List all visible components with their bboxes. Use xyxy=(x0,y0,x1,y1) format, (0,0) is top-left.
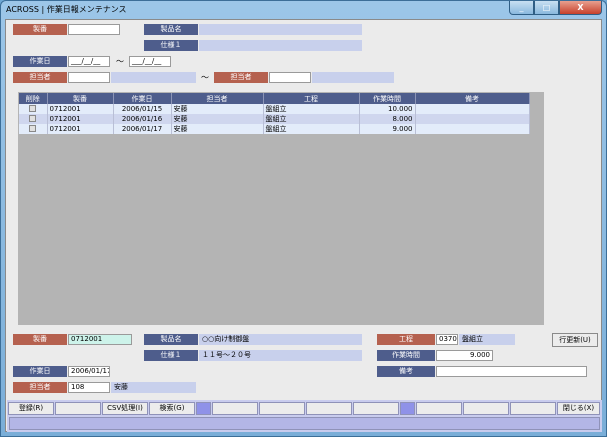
detail-staff-code-input[interactable]: 108 xyxy=(68,382,110,393)
minimize-button[interactable]: _ xyxy=(509,1,534,15)
detail-date-label: 作業日 xyxy=(13,366,67,377)
delete-cell xyxy=(19,124,48,134)
date-cell: 2006/01/17 xyxy=(113,124,172,134)
detail-hours-input[interactable]: 9.000 xyxy=(436,350,493,361)
close-window-button[interactable]: X xyxy=(559,1,602,15)
filter-staff-to-name xyxy=(312,72,394,83)
col-header-delete[interactable]: 削除 xyxy=(19,93,48,104)
filter-seiban-input[interactable] xyxy=(68,24,120,35)
hours-cell: 10.000 xyxy=(359,104,416,114)
staff-cell: 安藤 xyxy=(171,124,264,134)
process-cell: 盤組立 xyxy=(263,104,360,114)
process-cell: 盤組立 xyxy=(263,124,360,134)
filter-product-value xyxy=(199,24,362,35)
date-cell: 2006/01/16 xyxy=(113,114,172,124)
filter-staff-label: 担当者 xyxy=(13,72,67,83)
staff-cell: 安藤 xyxy=(171,114,264,124)
function-key-6[interactable] xyxy=(259,402,305,415)
filter-spec-value xyxy=(199,40,362,51)
function-key-11[interactable] xyxy=(510,402,556,415)
note-cell xyxy=(415,114,530,124)
detail-note-input[interactable] xyxy=(436,366,587,377)
function-key-10[interactable] xyxy=(463,402,509,415)
delete-cell xyxy=(19,104,48,114)
work-log-grid: 削除 製番 作業日 担当者 工程 作業時間 備考 0712001 2006/01… xyxy=(18,92,544,325)
register-button[interactable]: 登録(R) xyxy=(8,402,54,415)
detail-seiban-label: 製番 xyxy=(13,334,67,345)
hours-cell: 8.000 xyxy=(359,114,416,124)
window-controls: _ □ X xyxy=(509,1,602,15)
delete-checkbox[interactable] xyxy=(29,124,37,132)
delete-checkbox[interactable] xyxy=(29,114,37,122)
hours-cell: 9.000 xyxy=(359,124,416,134)
delete-cell xyxy=(19,114,48,124)
col-header-seiban[interactable]: 製番 xyxy=(47,93,114,104)
col-header-staff[interactable]: 担当者 xyxy=(171,93,264,104)
note-cell xyxy=(415,104,530,114)
filter-product-label: 製品名 xyxy=(144,24,198,35)
detail-process-code-input[interactable]: 0370 xyxy=(436,334,458,345)
filter-seiban-label: 製番 xyxy=(13,24,67,35)
detail-seiban-input[interactable]: 0712001 xyxy=(68,334,132,345)
staff-range-tilde: ～ xyxy=(201,73,209,82)
function-key-8[interactable] xyxy=(353,402,399,415)
footer-separator-2 xyxy=(400,402,415,415)
delete-checkbox[interactable] xyxy=(29,104,37,112)
table-row[interactable]: 0712001 2006/01/15 安藤 盤組立 10.000 xyxy=(19,104,530,114)
detail-staff-name: 安藤 xyxy=(111,382,196,393)
date-range-tilde: ～ xyxy=(116,57,124,66)
status-bar xyxy=(9,417,600,430)
filter-staff-from-input[interactable] xyxy=(68,72,110,83)
function-key-7[interactable] xyxy=(306,402,352,415)
app-window: ACROSS | 作業日報メンテナンス _ □ X 製番 製品名 仕様１ 作業日… xyxy=(0,0,607,437)
close-button[interactable]: 閉じる(X) xyxy=(557,402,600,415)
filter-date-from-input[interactable]: ___/__/__ xyxy=(68,56,110,67)
detail-spec-value: １１号～２０号 xyxy=(199,350,362,361)
col-header-date[interactable]: 作業日 xyxy=(113,93,172,104)
process-cell: 盤組立 xyxy=(263,114,360,124)
table-row[interactable]: 0712001 2006/01/17 安藤 盤組立 9.000 xyxy=(19,124,530,134)
col-header-hours[interactable]: 作業時間 xyxy=(359,93,416,104)
function-key-bar: 登録(R) CSV処理(I) 検索(G) 閉じる(X) xyxy=(7,400,602,432)
col-header-note[interactable]: 備考 xyxy=(415,93,530,104)
maximize-button[interactable]: □ xyxy=(534,1,559,15)
table-row[interactable]: 0712001 2006/01/16 安藤 盤組立 8.000 xyxy=(19,114,530,124)
detail-process-label: 工程 xyxy=(377,334,435,345)
function-key-5[interactable] xyxy=(212,402,258,415)
note-cell xyxy=(415,124,530,134)
search-button[interactable]: 検索(G) xyxy=(149,402,195,415)
filter-staff-label-2: 担当者 xyxy=(214,72,268,83)
filter-spec-label: 仕様１ xyxy=(144,40,198,51)
detail-note-label: 備考 xyxy=(377,366,435,377)
date-cell: 2006/01/15 xyxy=(113,104,172,114)
filter-date-label: 作業日 xyxy=(13,56,67,67)
detail-product-value: ○○向け制御盤 xyxy=(199,334,362,345)
seiban-cell: 0712001 xyxy=(47,124,114,134)
detail-spec-label: 仕様１ xyxy=(144,350,198,361)
seiban-cell: 0712001 xyxy=(47,114,114,124)
function-key-9[interactable] xyxy=(416,402,462,415)
table-header-row: 削除 製番 作業日 担当者 工程 作業時間 備考 xyxy=(19,93,530,104)
col-header-process[interactable]: 工程 xyxy=(263,93,360,104)
function-key-2[interactable] xyxy=(55,402,101,415)
row-update-button[interactable]: 行更新(U) xyxy=(552,333,598,347)
staff-cell: 安藤 xyxy=(171,104,264,114)
detail-date-input[interactable]: 2006/01/17 xyxy=(68,366,110,377)
detail-hours-label: 作業時間 xyxy=(377,350,435,361)
detail-product-label: 製品名 xyxy=(144,334,198,345)
work-log-table: 削除 製番 作業日 担当者 工程 作業時間 備考 0712001 2006/01… xyxy=(19,93,530,134)
filter-staff-to-input[interactable] xyxy=(269,72,311,83)
footer-separator xyxy=(196,402,211,415)
filter-date-to-input[interactable]: ___/__/__ xyxy=(129,56,171,67)
detail-staff-label: 担当者 xyxy=(13,382,67,393)
filter-staff-from-name xyxy=(111,72,196,83)
csv-button[interactable]: CSV処理(I) xyxy=(102,402,148,415)
client-area: 製番 製品名 仕様１ 作業日 ___/__/__ ～ ___/__/__ 担当者… xyxy=(5,19,602,432)
seiban-cell: 0712001 xyxy=(47,104,114,114)
detail-process-name: 盤組立 xyxy=(459,334,515,345)
